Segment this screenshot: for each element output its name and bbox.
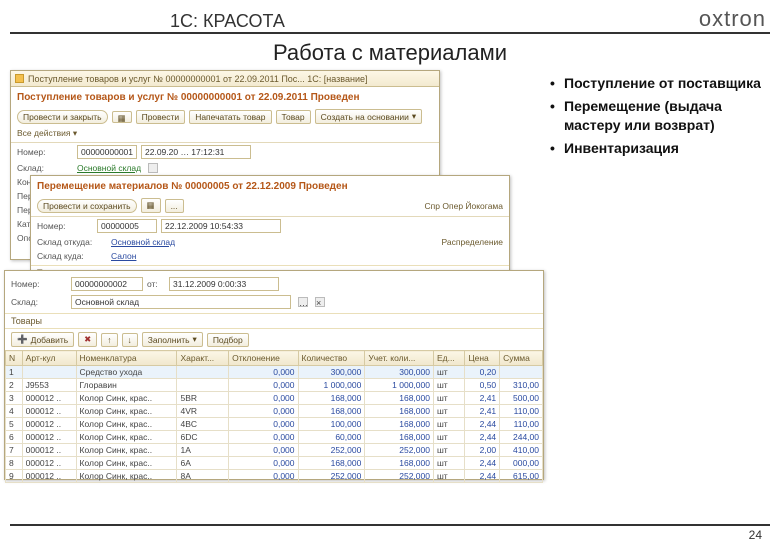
number-label: Номер: [37,221,93,231]
footer-divider [10,524,770,526]
date-input[interactable]: 31.12.2009 0:00:33 [169,277,279,291]
goods-toolbar: ➕Добавить ✖ ↑ ↓ Заполнить ▾ Подбор [5,329,543,350]
number-input[interactable]: 00000005 [97,219,157,233]
bullet-3: Инвентаризация [564,140,679,156]
save-close-button[interactable]: Провести и сохранить [37,199,137,213]
src-link[interactable]: Основной склад [111,237,175,247]
table-row[interactable]: 7000012 ..Колор Синк, крас..1A0,000252,0… [6,444,543,457]
table-row[interactable]: 2J9553Глоравин0,0001 000,0001 000,000шт0… [6,379,543,392]
goods-tab[interactable]: Товары [11,316,42,326]
save-button[interactable]: ▦ [112,111,132,123]
all-actions-menu[interactable]: Все действия ▾ [17,128,77,139]
store-link[interactable]: Основной склад [77,163,141,173]
number-input[interactable]: 00000000001 [77,145,137,159]
more-button[interactable]: ... [165,199,184,213]
dst-label: Склад куда: [37,251,107,261]
down-button[interactable]: ↓ [122,333,138,347]
store-input[interactable]: Основной склад [71,295,291,309]
store-label: Склад: [17,163,73,173]
disk-icon: ▦ [118,113,126,121]
receipt-button[interactable]: Товар [276,110,311,124]
add-button[interactable]: ➕Добавить [11,332,74,347]
slide-topbar: 1С: КРАСОТА oxtron [10,4,770,34]
date-label: от: [147,279,165,289]
pick-button[interactable]: Подбор [207,333,249,347]
window-icon [15,74,24,83]
delete-button[interactable]: ✖ [78,332,97,347]
bullet-2: Перемещение (выдача мастеру или возврат) [564,98,722,133]
date-input[interactable]: 22.12.2009 10:54:33 [161,219,281,233]
table-row[interactable]: 8000012 ..Колор Синк, крас..6A0,000168,0… [6,457,543,470]
titlebar-text: Поступление товаров и услуг № 0000000000… [28,74,368,84]
titlebar[interactable]: Поступление товаров и услуг № 0000000000… [11,71,439,87]
date-input[interactable]: 22.09.20 … 17:12:31 [141,145,251,159]
table-row[interactable]: 3000012 ..Колор Синк, крас..5BR0,000168,… [6,392,543,405]
inventory-grid[interactable]: NАрт-кулНоменклатураХаракт...ОтклонениеК… [5,350,543,483]
lookup-icon[interactable] [148,163,158,173]
document-heading: Поступление товаров и услуг № 0000000000… [11,87,439,106]
slide-title: Работа с материалами [0,40,780,66]
allocation-link[interactable]: Распределение [442,237,504,247]
fill-button[interactable]: Заполнить ▾ [142,332,203,347]
bullet-1: Поступление от поставщика [564,75,761,91]
screenshots-stack: Поступление товаров и услуг № 0000000000… [10,70,540,162]
number-input[interactable]: 00000000002 [71,277,143,291]
lookup-icon[interactable]: … [298,297,308,307]
create-based-on-button[interactable]: Создать на основании ▾ [315,109,422,124]
number-label: Номер: [17,147,73,157]
clear-icon[interactable]: × [315,297,325,307]
toolbar: Провести и закрыть ▦ Провести Напечатать… [11,106,439,143]
window-inventory: Номер: 00000000002 от: 31.12.2009 0:00:3… [4,270,544,480]
right-menu[interactable]: Спр Опер Йокогама [425,201,503,211]
table-row[interactable]: 6000012 ..Колор Синк, крас..6DC0,00060,0… [6,431,543,444]
table-row[interactable]: 1Средство ухода0,000300,000300,000шт0,20 [6,366,543,379]
post-button[interactable]: Провести [136,110,186,124]
document-heading: Перемещение материалов № 00000005 от 22.… [31,176,509,195]
table-row[interactable]: 9000012 ..Колор Синк, крас..8A0,000252,0… [6,470,543,483]
toolbar: Провести и сохранить ▦ ... Спр Опер Йоко… [31,195,509,217]
save-button[interactable]: ▦ [141,198,161,213]
brand-logo: oxtron [699,6,770,32]
product-name: 1С: КРАСОТА [170,11,699,32]
bullet-list: •Поступление от поставщика •Перемещение … [540,70,770,162]
table-row[interactable]: 5000012 ..Колор Синк, крас..4BC0,000100,… [6,418,543,431]
number-label: Номер: [11,279,67,289]
up-button[interactable]: ↑ [101,333,117,347]
dst-link[interactable]: Салон [111,251,136,261]
src-label: Склад откуда: [37,237,107,247]
table-row[interactable]: 4000012 ..Колор Синк, крас..4VR0,000168,… [6,405,543,418]
save-close-button[interactable]: Провести и закрыть [17,110,108,124]
store-label: Склад: [11,297,67,307]
print-goods-button[interactable]: Напечатать товар [189,110,271,124]
